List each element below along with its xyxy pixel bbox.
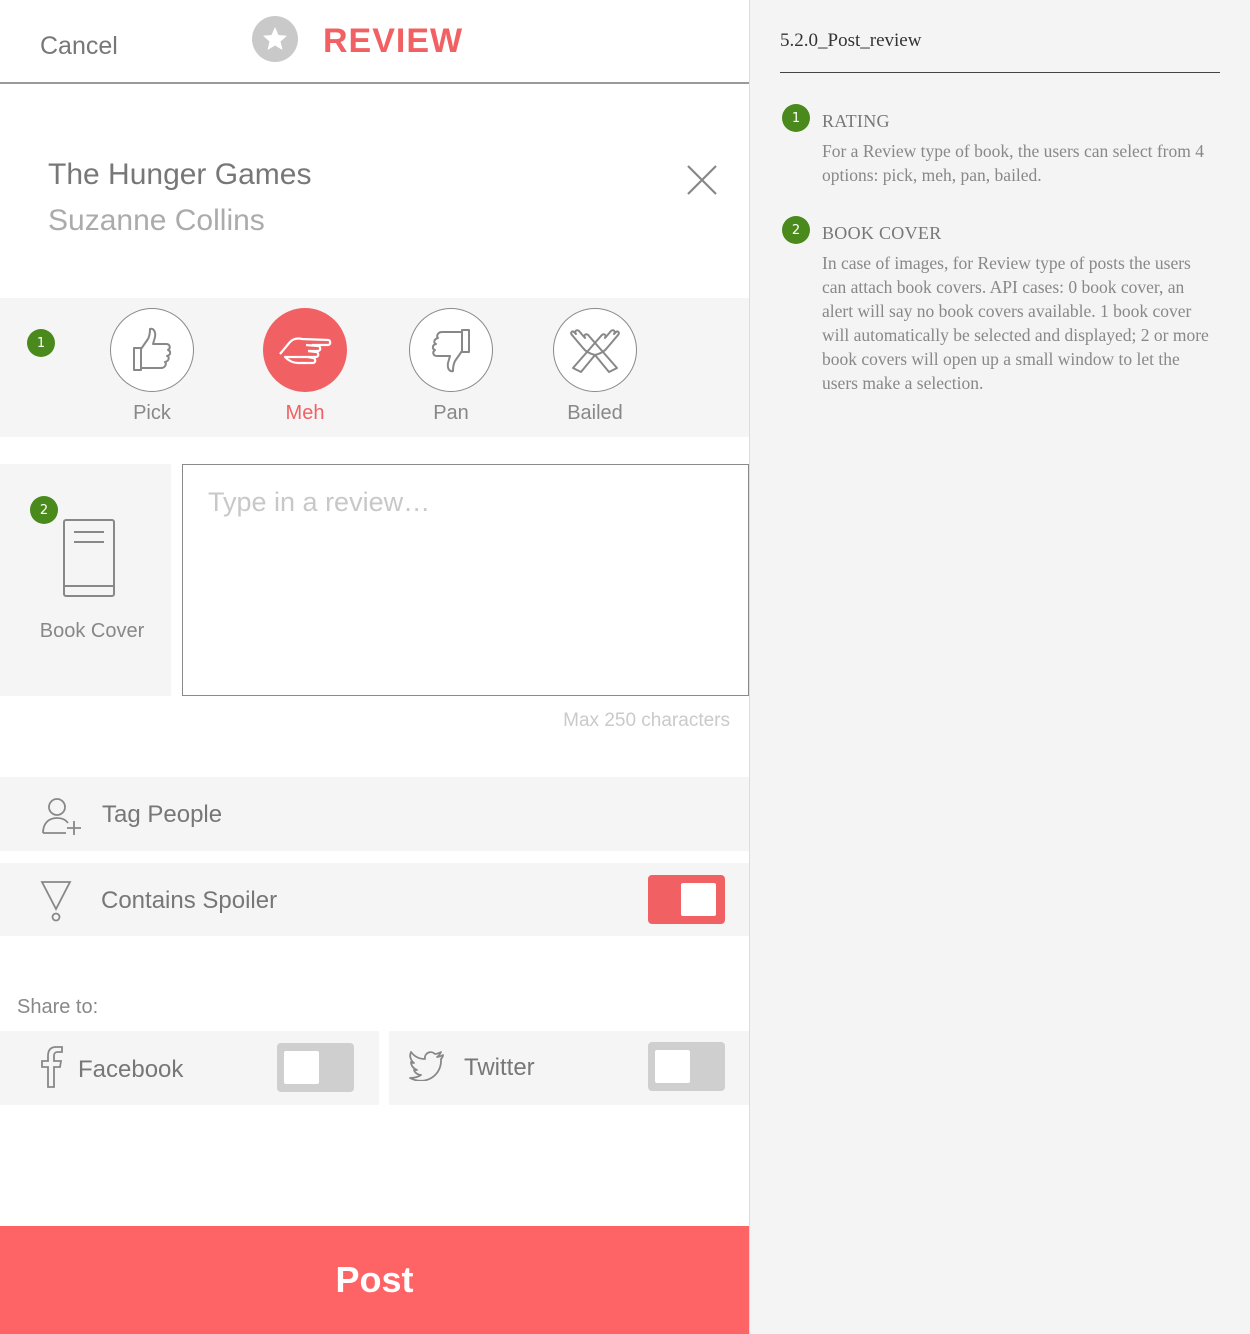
contains-spoiler-row: Contains Spoiler bbox=[0, 863, 749, 936]
note-heading-book-cover: BOOK COVER bbox=[822, 223, 942, 243]
book-author: Suzanne Collins bbox=[48, 204, 265, 237]
book-title: The Hunger Games bbox=[48, 158, 312, 191]
annotation-badge-1: 1 bbox=[27, 329, 55, 357]
rating-option-meh[interactable]: Meh bbox=[250, 308, 360, 425]
cancel-button[interactable]: Cancel bbox=[40, 32, 118, 61]
close-icon[interactable] bbox=[684, 162, 720, 198]
star-icon bbox=[252, 16, 298, 62]
twitter-label: Twitter bbox=[464, 1054, 535, 1081]
review-input[interactable] bbox=[182, 464, 749, 696]
notes-title: 5.2.0_Post_review bbox=[780, 30, 922, 51]
twitter-toggle[interactable] bbox=[648, 1042, 725, 1091]
page-title: REVIEW bbox=[323, 22, 464, 60]
tag-people-row[interactable]: Tag People bbox=[0, 777, 749, 851]
post-review-screen: Cancel REVIEW The Hunger Games Suzanne C… bbox=[0, 0, 749, 1334]
twitter-icon bbox=[409, 1051, 444, 1081]
share-to-label: Share to: bbox=[17, 996, 99, 1018]
note-body-rating: For a Review type of book, the users can… bbox=[822, 141, 1204, 185]
thumbs-down-icon bbox=[409, 308, 493, 392]
max-characters-note: Max 250 characters bbox=[563, 710, 730, 731]
warning-icon bbox=[40, 881, 72, 922]
note-badge-2: 2 bbox=[782, 216, 810, 244]
rating-label: Meh bbox=[285, 402, 325, 424]
rating-option-bailed[interactable]: Bailed bbox=[540, 308, 650, 425]
book-icon bbox=[63, 519, 115, 597]
note-heading-rating: RATING bbox=[822, 111, 890, 131]
rating-selector: 1 Pick Meh Pan Bailed bbox=[0, 298, 749, 437]
divider bbox=[780, 72, 1220, 73]
facebook-toggle[interactable] bbox=[277, 1043, 354, 1092]
book-cover-button[interactable]: 2 Book Cover bbox=[0, 464, 171, 696]
tag-people-label: Tag People bbox=[102, 801, 223, 828]
twitter-share-row: Twitter bbox=[389, 1031, 749, 1105]
annotation-badge-2: 2 bbox=[30, 496, 58, 524]
book-cover-label: Book Cover bbox=[39, 620, 145, 642]
note-body-book-cover: In case of images, for Review type of po… bbox=[822, 253, 1209, 393]
facebook-icon bbox=[41, 1046, 63, 1088]
header: Cancel REVIEW bbox=[0, 0, 749, 84]
toggle-knob bbox=[681, 883, 716, 916]
facebook-share-row: Facebook bbox=[0, 1031, 379, 1105]
hand-sideways-icon bbox=[263, 308, 347, 392]
rating-label: Bailed bbox=[567, 402, 623, 424]
rating-option-pick[interactable]: Pick bbox=[97, 308, 207, 425]
facebook-label: Facebook bbox=[78, 1056, 184, 1083]
rating-label: Pick bbox=[133, 402, 171, 424]
rating-label: Pan bbox=[433, 402, 469, 424]
notes-panel bbox=[749, 0, 1250, 1334]
note-badge-1: 1 bbox=[782, 104, 810, 132]
rating-option-pan[interactable]: Pan bbox=[396, 308, 506, 425]
post-button[interactable]: Post bbox=[0, 1226, 749, 1334]
toggle-knob bbox=[655, 1050, 690, 1083]
contains-spoiler-label: Contains Spoiler bbox=[101, 887, 278, 914]
thumbs-up-icon bbox=[110, 308, 194, 392]
toggle-knob bbox=[284, 1051, 319, 1084]
add-person-icon bbox=[42, 798, 81, 835]
spoiler-toggle[interactable] bbox=[648, 875, 725, 924]
crossed-hands-icon bbox=[553, 308, 637, 392]
